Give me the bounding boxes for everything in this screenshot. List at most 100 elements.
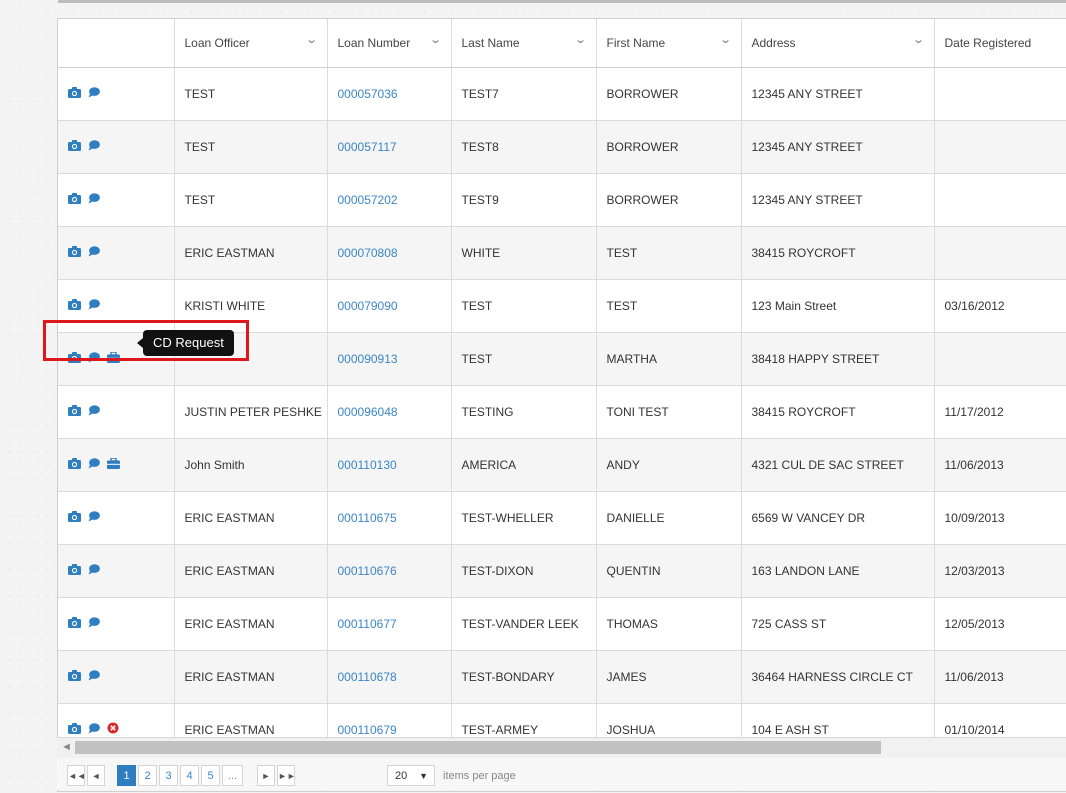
cell-loan-number[interactable]: 000079090: [327, 279, 452, 333]
cell-loan-number[interactable]: 000110678: [327, 650, 452, 704]
chevron-down-icon[interactable]: ⌄: [429, 33, 442, 46]
comment-icon[interactable]: [88, 245, 100, 262]
cell-loan-officer: TEST: [174, 120, 328, 174]
page-button-3[interactable]: 3: [159, 765, 178, 786]
cell-date-registered: 11/06/2013: [934, 438, 1066, 492]
chevron-down-icon[interactable]: ⌄: [912, 33, 925, 46]
table-row[interactable]: JUSTIN PETER PESHKE 000096048 TESTING TONI …: [58, 385, 1066, 439]
comment-icon[interactable]: [88, 404, 100, 421]
next-page-button[interactable]: ►: [257, 765, 275, 786]
comment-icon[interactable]: [88, 298, 100, 315]
page-button-4[interactable]: 4: [180, 765, 199, 786]
cell-date-registered: 10/09/2013: [934, 491, 1066, 545]
comment-icon[interactable]: [88, 510, 100, 527]
comment-icon[interactable]: [88, 616, 100, 633]
cell-loan-number[interactable]: 000057202: [327, 173, 452, 227]
cell-first-name: TONI TEST: [596, 385, 742, 439]
chevron-down-icon[interactable]: ⌄: [305, 33, 318, 46]
cell-first-name: JAMES: [596, 650, 742, 704]
camera-icon[interactable]: [68, 245, 81, 262]
more-pages-button[interactable]: ...: [222, 765, 243, 786]
row-actions: [58, 650, 175, 704]
comment-icon[interactable]: [88, 192, 100, 209]
briefcase-icon[interactable]: [107, 456, 120, 474]
column-header-date-registered[interactable]: Date Registered: [934, 19, 1066, 68]
cell-first-name: DANIELLE: [596, 491, 742, 545]
page-button-2[interactable]: 2: [138, 765, 157, 786]
camera-icon[interactable]: [68, 616, 81, 633]
page-button-1[interactable]: 1: [117, 765, 136, 786]
cell-loan-number[interactable]: 000090913: [327, 332, 452, 386]
table-row[interactable]: TEST 000057036 TEST7 BORROWER 12345 ANY STRE…: [58, 67, 1066, 121]
column-header-loan-number[interactable]: Loan Number ⌄: [327, 19, 452, 68]
camera-icon[interactable]: [68, 563, 81, 580]
row-actions: [58, 120, 175, 174]
horizontal-scrollbar[interactable]: ◄: [57, 737, 1066, 759]
comment-icon[interactable]: [88, 139, 100, 156]
comment-icon[interactable]: [88, 457, 100, 474]
table-row[interactable]: ERIC EASTMAN 000110675 TEST-WHELLER DANIELL…: [58, 491, 1066, 545]
cell-date-registered: [934, 67, 1066, 121]
camera-icon[interactable]: [68, 510, 81, 527]
cell-last-name: TEST-BONDARY: [451, 650, 597, 704]
cell-loan-officer: ERIC EASTMAN: [174, 597, 328, 651]
cell-loan-number[interactable]: 000057117: [327, 120, 452, 174]
cell-loan-number[interactable]: 000110676: [327, 544, 452, 598]
cell-address: 38418 HAPPY STREET: [741, 332, 935, 386]
cell-loan-number[interactable]: 000070808: [327, 226, 452, 280]
comment-icon[interactable]: [88, 86, 100, 103]
column-header-loan-officer[interactable]: Loan Officer ⌄: [174, 19, 328, 68]
camera-icon[interactable]: [68, 404, 81, 421]
page-button-5[interactable]: 5: [201, 765, 220, 786]
page-size-select[interactable]: 20 ▼: [387, 765, 435, 786]
comment-icon[interactable]: [88, 669, 100, 686]
cell-loan-number[interactable]: 000110130: [327, 438, 452, 492]
chevron-down-icon[interactable]: ⌄: [574, 33, 587, 46]
row-actions: [58, 597, 175, 651]
camera-icon[interactable]: [68, 139, 81, 156]
cell-loan-officer: ERIC EASTMAN: [174, 491, 328, 545]
table-row[interactable]: TEST 000057117 TEST8 BORROWER 12345 ANY STRE…: [58, 120, 1066, 174]
cell-address: 163 LANDON LANE: [741, 544, 935, 598]
camera-icon[interactable]: [68, 86, 81, 103]
cell-loan-number[interactable]: 000096048: [327, 385, 452, 439]
table-row[interactable]: John Smith 000110130 AMERICA ANDY 4321 CUL D…: [58, 438, 1066, 492]
cell-last-name: TEST-WHELLER: [451, 491, 597, 545]
scroll-thumb[interactable]: [75, 741, 881, 754]
camera-icon[interactable]: [68, 192, 81, 209]
cell-first-name: BORROWER: [596, 67, 742, 121]
cell-loan-number[interactable]: 000057036: [327, 67, 452, 121]
table-row[interactable]: ERIC EASTMAN 000070808 WHITE TEST 38415 ROYC…: [58, 226, 1066, 280]
prev-page-button[interactable]: ◄: [87, 765, 105, 786]
column-header-last-name[interactable]: Last Name ⌄: [451, 19, 597, 68]
cell-first-name: ANDY: [596, 438, 742, 492]
caret-down-icon: ▼: [419, 771, 428, 781]
column-header-address[interactable]: Address ⌄: [741, 19, 935, 68]
first-page-button[interactable]: ◄◄: [67, 765, 86, 786]
row-actions: [58, 385, 175, 439]
table-row[interactable]: ERIC EASTMAN 000110677 TEST-VANDER LEEK THO…: [58, 597, 1066, 651]
last-page-button[interactable]: ►►: [277, 765, 296, 786]
camera-icon[interactable]: [68, 457, 81, 474]
cell-address: 38415 ROYCROFT: [741, 226, 935, 280]
table-row[interactable]: ERIC EASTMAN 000110676 TEST-DIXON QUENTIN 16…: [58, 544, 1066, 598]
cell-loan-number[interactable]: 000110677: [327, 597, 452, 651]
scroll-left-icon[interactable]: ◄: [61, 741, 72, 753]
items-per-page-label: items per page: [443, 770, 516, 782]
cell-address: 12345 ANY STREET: [741, 120, 935, 174]
comment-icon[interactable]: [88, 563, 100, 580]
table-row[interactable]: ERIC EASTMAN 000110678 TEST-BONDARY JAMES 36…: [58, 650, 1066, 704]
camera-icon[interactable]: [68, 669, 81, 686]
table-row[interactable]: TEST 000057202 TEST9 BORROWER 12345 ANY STRE…: [58, 173, 1066, 227]
cell-loan-officer: ERIC EASTMAN: [174, 226, 328, 280]
cell-loan-number[interactable]: 000110675: [327, 491, 452, 545]
chevron-down-icon[interactable]: ⌄: [719, 33, 732, 46]
cell-address: 38415 ROYCROFT: [741, 385, 935, 439]
cell-address: 12345 ANY STREET: [741, 67, 935, 121]
cell-last-name: TEST9: [451, 173, 597, 227]
camera-icon[interactable]: [68, 298, 81, 315]
cell-date-registered: 03/16/2012: [934, 279, 1066, 333]
cell-loan-officer: John Smith: [174, 438, 328, 492]
column-header-first-name[interactable]: First Name ⌄: [596, 19, 742, 68]
cell-last-name: TEST-DIXON: [451, 544, 597, 598]
